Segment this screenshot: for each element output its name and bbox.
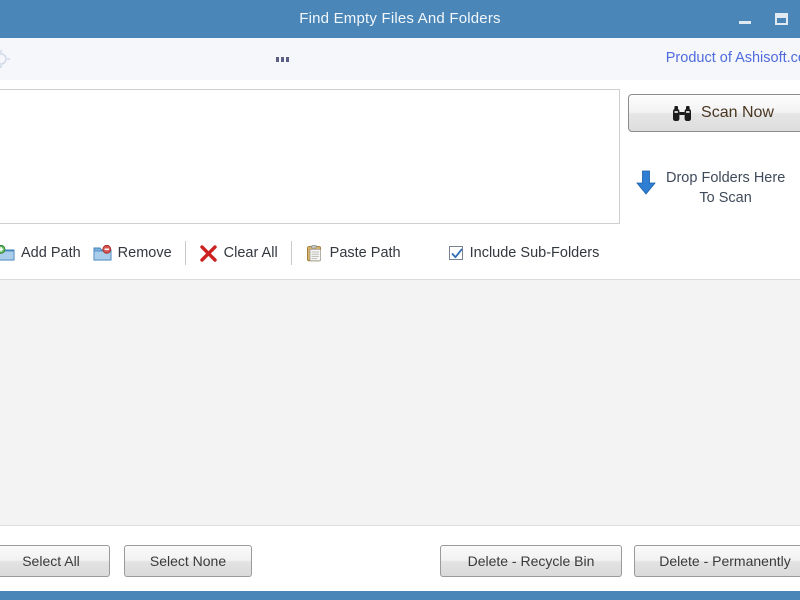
- delete-permanently-button[interactable]: Delete - Permanently: [634, 545, 800, 577]
- select-none-button[interactable]: Select None: [124, 545, 252, 577]
- folder-add-icon: [0, 244, 15, 262]
- paste-path-button[interactable]: Paste Path: [299, 238, 407, 268]
- add-path-label: Add Path: [21, 245, 81, 261]
- more-options-icon[interactable]: [270, 51, 294, 67]
- action-button-bar: Select All Select None Delete - Recycle …: [0, 525, 800, 592]
- red-x-icon: [199, 244, 218, 262]
- application-window: Find Empty Files And Folders Product of …: [0, 0, 800, 600]
- ellipsis-dot: [285, 56, 289, 62]
- maximize-icon: [774, 13, 788, 25]
- drop-zone-line2: To Scan: [699, 190, 752, 206]
- paste-path-label: Paste Path: [329, 245, 401, 261]
- folder-remove-icon: [93, 244, 112, 262]
- toolbar-separator: [290, 241, 292, 265]
- down-arrow-icon: [636, 170, 656, 196]
- select-all-button[interactable]: Select All: [0, 545, 110, 577]
- ellipsis-dot: [280, 56, 284, 62]
- delete-recycle-bin-button[interactable]: Delete - Recycle Bin: [440, 545, 622, 577]
- clipboard-icon: [305, 244, 324, 262]
- drop-zone-text: Drop Folders Here To Scan: [666, 168, 785, 208]
- status-bar: [0, 591, 800, 600]
- maximize-button[interactable]: [768, 6, 794, 32]
- window-controls: [732, 0, 798, 38]
- include-subfolders-label: Include Sub-Folders: [469, 245, 600, 261]
- drop-folders-zone[interactable]: Drop Folders Here To Scan: [636, 168, 800, 208]
- include-subfolders-checkbox[interactable]: Include Sub-Folders: [448, 245, 600, 261]
- path-list-box[interactable]: [0, 89, 620, 224]
- checkbox-box: [448, 246, 463, 260]
- binoculars-icon: [672, 105, 692, 122]
- add-path-button[interactable]: Add Path: [0, 238, 87, 268]
- checkmark-icon: [451, 248, 463, 259]
- brand-bar: Product of Ashisoft.co: [0, 38, 800, 81]
- minimize-icon: [739, 21, 751, 24]
- app-logo-icon: [0, 50, 10, 68]
- scan-now-label: Scan Now: [701, 104, 774, 121]
- title-bar: Find Empty Files And Folders: [0, 0, 800, 38]
- product-brand-link[interactable]: Product of Ashisoft.co: [666, 50, 800, 66]
- remove-path-label: Remove: [117, 245, 172, 261]
- minimize-button[interactable]: [732, 6, 758, 32]
- clear-all-label: Clear All: [223, 245, 278, 261]
- toolbar-separator: [184, 241, 186, 265]
- results-list-area[interactable]: [0, 279, 800, 526]
- clear-all-button[interactable]: Clear All: [193, 238, 284, 268]
- ellipsis-dot: [275, 56, 279, 62]
- drop-zone-line1: Drop Folders Here: [666, 170, 786, 186]
- path-toolbar: Add Path Remove Clear All Paste Path Inc…: [0, 236, 800, 270]
- remove-path-button[interactable]: Remove: [87, 238, 178, 268]
- scan-now-button[interactable]: Scan Now: [628, 94, 800, 132]
- window-title: Find Empty Files And Folders: [299, 10, 501, 27]
